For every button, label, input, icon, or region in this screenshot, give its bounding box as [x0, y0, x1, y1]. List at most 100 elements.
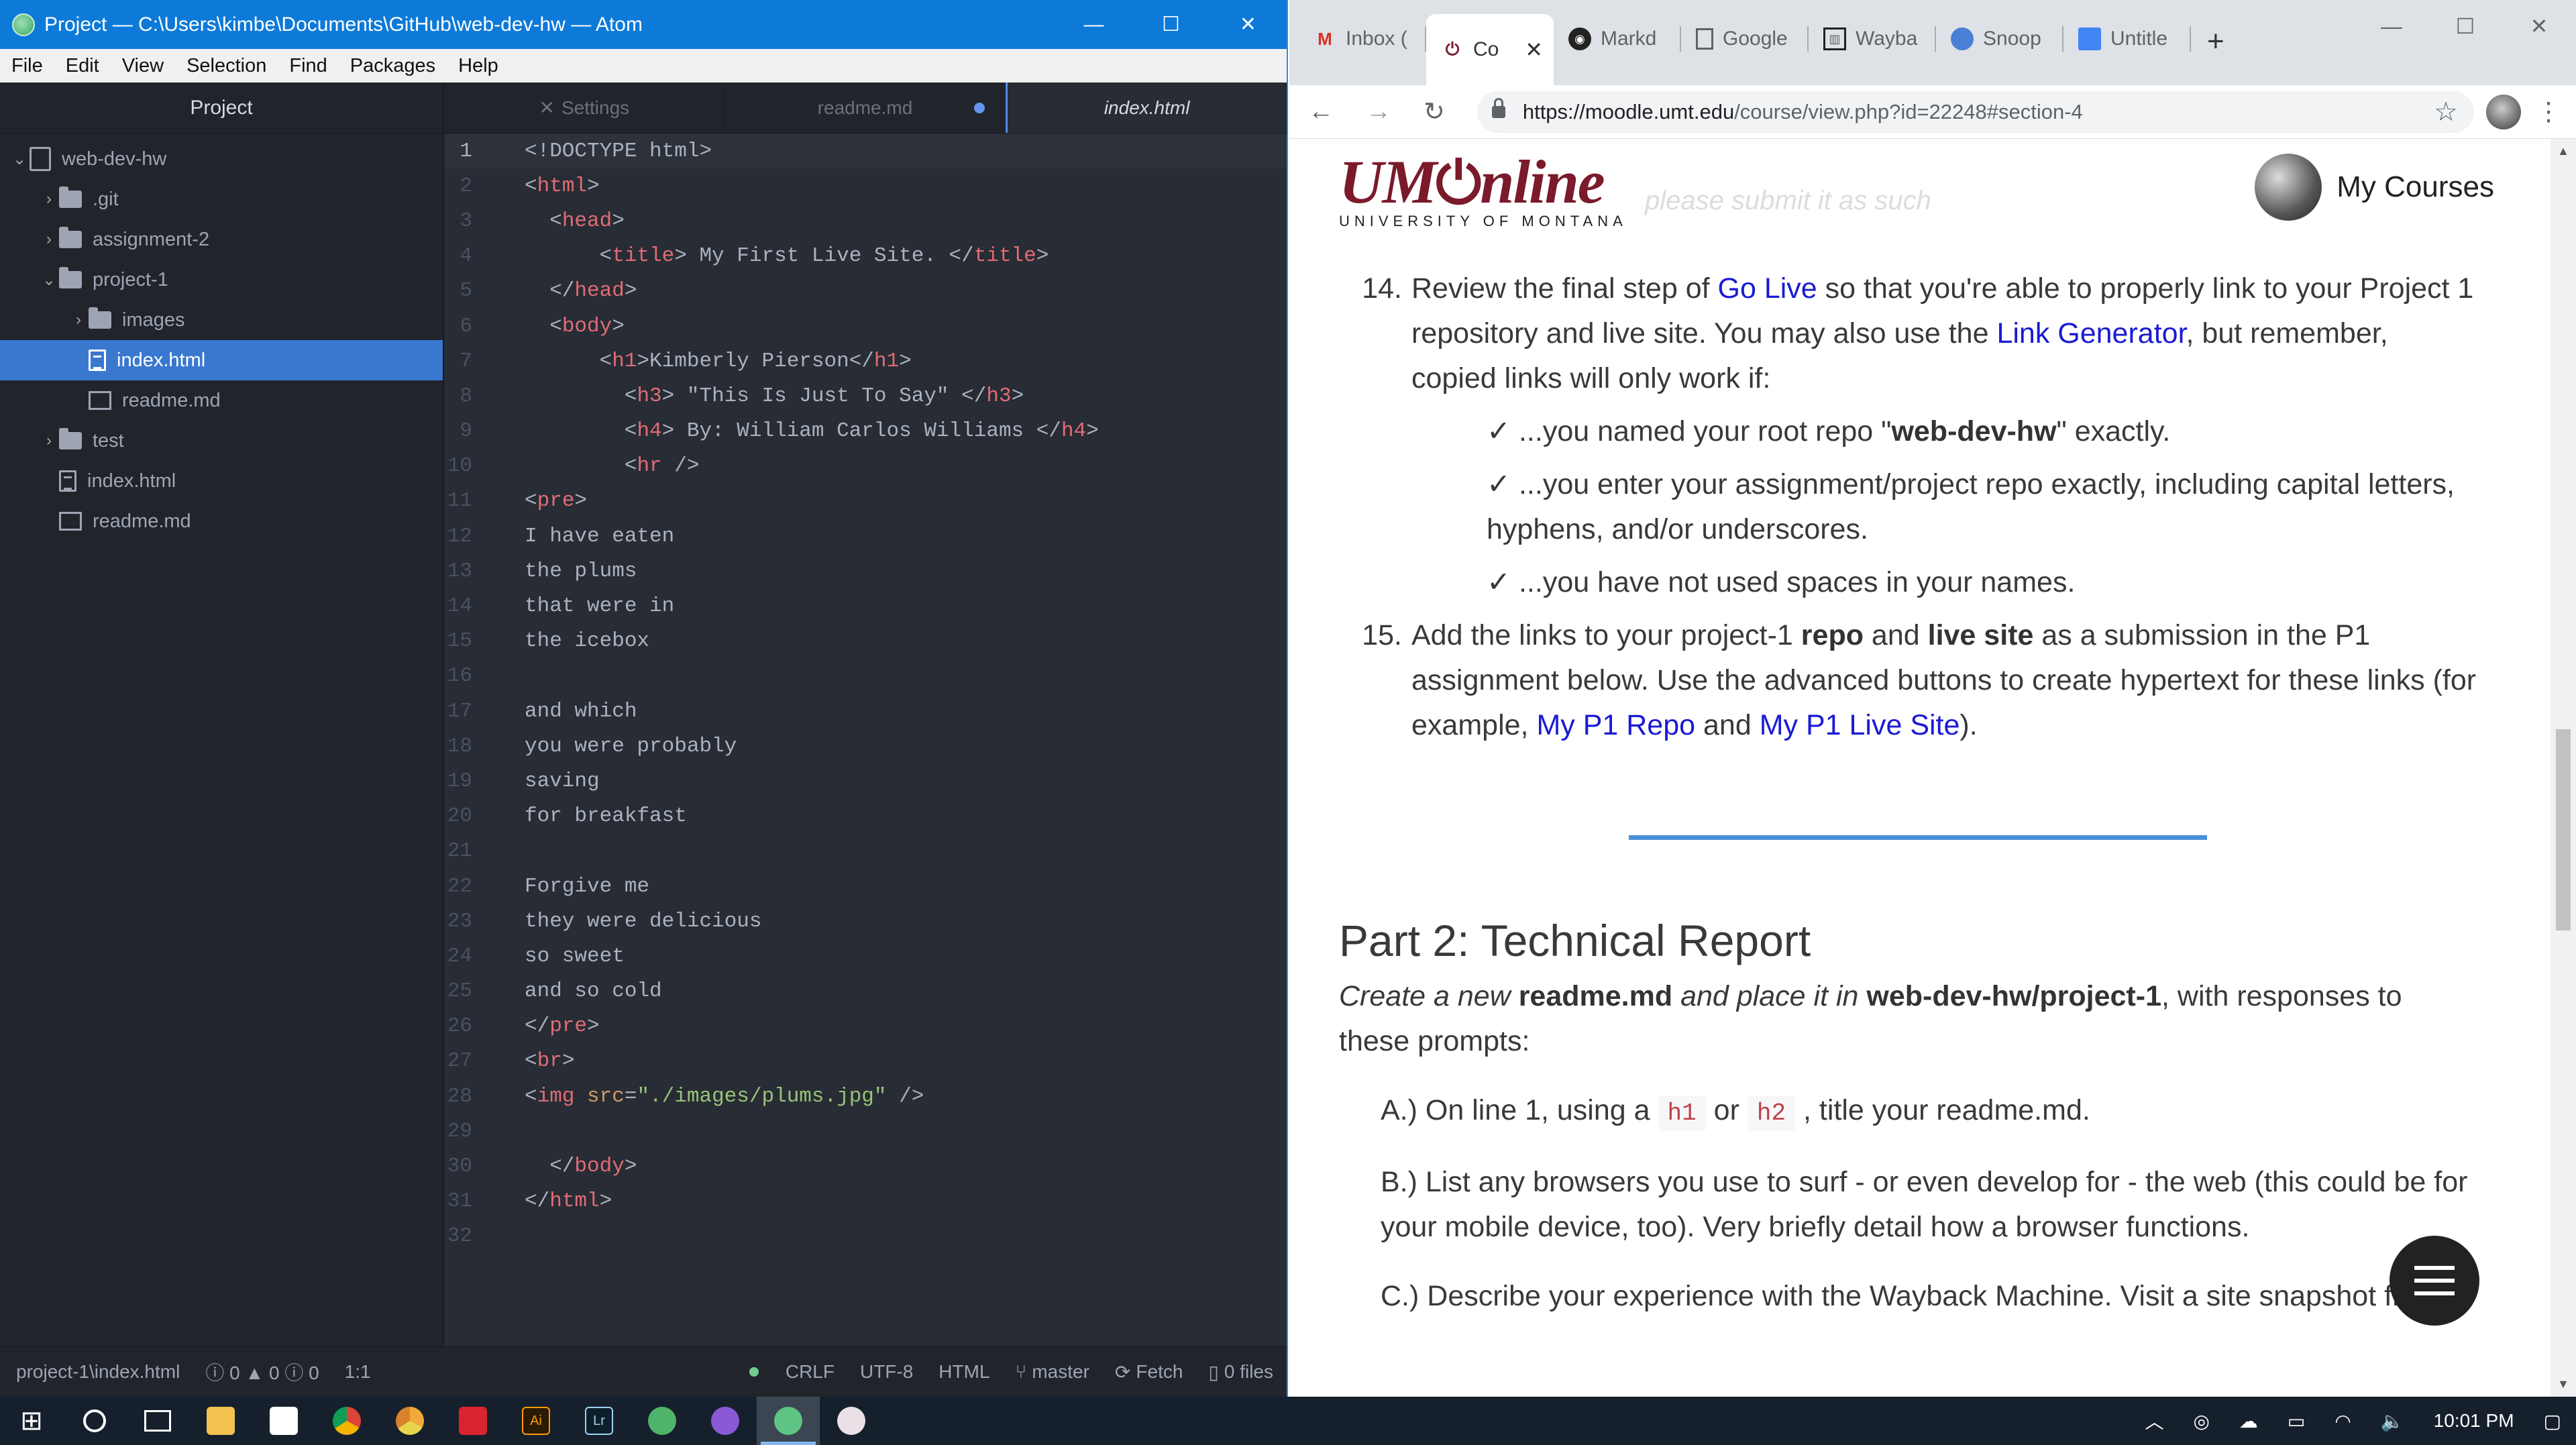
task-view-button[interactable] — [126, 1397, 189, 1445]
status-line-ending[interactable]: CRLF — [786, 1361, 835, 1383]
taskbar-chrome[interactable] — [315, 1397, 378, 1445]
close-button[interactable]: ✕ — [1210, 0, 1287, 49]
status-fetch[interactable]: Fetch — [1136, 1361, 1183, 1383]
notifications-icon[interactable]: ▢ — [2544, 1410, 2561, 1432]
status-cursor[interactable]: 1:1 — [345, 1361, 371, 1383]
tree-item[interactable]: ⌄ project-1 — [0, 260, 443, 300]
status-encoding[interactable]: UTF-8 — [860, 1361, 913, 1383]
my-courses-link[interactable]: My Courses — [2255, 154, 2494, 221]
chrome-tab-markdown[interactable]: ◉ Markd — [1554, 14, 1681, 64]
link-generator-link[interactable]: Link Generator — [1996, 317, 2186, 350]
taskbar-github[interactable] — [694, 1397, 757, 1445]
taskbar-app-red[interactable] — [441, 1397, 504, 1445]
my-p1-repo-link[interactable]: My P1 Repo — [1536, 709, 1695, 741]
status-files[interactable]: 0 files — [1224, 1361, 1273, 1383]
reload-icon[interactable]: ↻ — [1424, 97, 1445, 127]
menu-help[interactable]: Help — [447, 55, 510, 77]
chrome-menu-icon[interactable]: ⋮ — [2536, 97, 2561, 127]
page-scrollbar[interactable]: ▲ ▼ — [2551, 139, 2576, 1397]
code-line[interactable]: 31 </html > — [444, 1184, 1287, 1219]
code-line[interactable]: 6 < body > — [444, 309, 1287, 343]
go-live-link[interactable]: Go Live — [1718, 272, 1817, 305]
status-branch[interactable]: master — [1032, 1361, 1089, 1383]
bookmark-star-icon[interactable]: ☆ — [2434, 97, 2458, 127]
code-line[interactable]: 29 — [444, 1114, 1287, 1148]
code-line[interactable]: 23 they were delicious — [444, 904, 1287, 939]
code-line[interactable]: 16 — [444, 659, 1287, 694]
code-line[interactable]: 19 saving — [444, 763, 1287, 798]
chrome-tab-course[interactable]: ⏻ Co ✕ — [1426, 14, 1554, 85]
tree-item[interactable]: index.html — [0, 461, 443, 501]
new-tab-button[interactable]: + — [2207, 25, 2224, 58]
clock[interactable]: 10:01 PM — [2434, 1410, 2514, 1432]
editor-pane[interactable]: ✕ Settings readme.md index.html 1 <!DOCTY… — [444, 83, 1287, 1346]
tab-settings[interactable]: ✕ Settings — [444, 83, 725, 133]
taskbar-explorer[interactable] — [189, 1397, 252, 1445]
code-line[interactable]: 8 < h3 > "This Is Just To Say" </h3 > — [444, 378, 1287, 413]
code-line[interactable]: 3 < head > — [444, 203, 1287, 238]
chrome-minimize-button[interactable]: — — [2355, 0, 2428, 52]
code-line[interactable]: 2 < html > — [444, 168, 1287, 203]
forward-icon[interactable]: → — [1366, 97, 1391, 126]
umonline-logo[interactable]: UM⏻nline UNIVERSITY OF MONTANA — [1339, 151, 1627, 230]
code-line[interactable]: 13 the plums — [444, 553, 1287, 588]
taskbar-mail[interactable] — [252, 1397, 315, 1445]
tab-readme[interactable]: readme.md — [725, 83, 1006, 133]
code-line[interactable]: 26 </pre > — [444, 1009, 1287, 1044]
code-line[interactable]: 12 I have eaten — [444, 519, 1287, 553]
chrome-tab-untitled[interactable]: Untitle — [2063, 14, 2191, 64]
code-line[interactable]: 28 < img src = "./images/plums.jpg" /> — [444, 1079, 1287, 1114]
chrome-maximize-button[interactable]: ☐ — [2428, 0, 2502, 52]
onedrive-icon[interactable]: ☁ — [2239, 1410, 2258, 1432]
code-line[interactable]: 9 < h4 > By: William Carlos Williams </h4 > — [444, 414, 1287, 449]
start-button[interactable]: ⊞ — [0, 1397, 63, 1445]
chrome-tab-snoop[interactable]: Snoop — [1936, 14, 2063, 64]
tree-item[interactable]: › .git — [0, 179, 443, 219]
code-line[interactable]: 14 that were in — [444, 588, 1287, 623]
tab-index-html[interactable]: index.html — [1006, 83, 1287, 133]
menu-selection[interactable]: Selection — [175, 55, 278, 77]
menu-view[interactable]: View — [111, 55, 175, 77]
taskbar-illustrator[interactable]: Ai — [504, 1397, 568, 1445]
address-bar[interactable]: https://moodle.umt.edu/course/view.php?i… — [1477, 91, 2474, 133]
menu-file[interactable]: File — [0, 55, 54, 77]
code-line[interactable]: 11 < pre > — [444, 484, 1287, 519]
code-line[interactable]: 1 <!DOCTYPE html> — [444, 133, 1287, 169]
scroll-down-icon[interactable]: ▼ — [2557, 1377, 2569, 1391]
cortana-button[interactable] — [63, 1397, 126, 1445]
profile-avatar[interactable] — [2486, 94, 2521, 129]
menu-packages[interactable]: Packages — [339, 55, 447, 77]
taskbar-atom-green[interactable] — [631, 1397, 694, 1445]
tree-item[interactable]: index.html — [0, 340, 443, 380]
maximize-button[interactable]: ☐ — [1132, 0, 1210, 49]
scrollbar-thumb[interactable] — [2556, 729, 2571, 930]
code-line[interactable]: 22 Forgive me — [444, 869, 1287, 904]
chrome-close-button[interactable]: ✕ — [2502, 0, 2576, 52]
chrome-tab-inbox[interactable]: M Inbox ( — [1299, 14, 1426, 64]
back-icon[interactable]: ← — [1308, 97, 1334, 126]
menu-edit[interactable]: Edit — [54, 55, 111, 77]
code-line[interactable]: 27 < br > — [444, 1044, 1287, 1079]
code-line[interactable]: 10 < hr /> — [444, 449, 1287, 484]
status-file-path[interactable]: project-1\index.html — [16, 1361, 180, 1383]
code-line[interactable]: 7 < h1 >Kimberly Pierson</h1 > — [444, 343, 1287, 378]
code-area[interactable]: 1 <!DOCTYPE html> 2 < html >3 < head >4 < title >… — [444, 133, 1287, 1346]
code-line[interactable]: 32 — [444, 1219, 1287, 1254]
code-line[interactable]: 4 < title > My First Live Site. </title > — [444, 239, 1287, 274]
code-line[interactable]: 24 so sweet — [444, 939, 1287, 973]
chrome-tab-google[interactable]: Google — [1681, 14, 1809, 64]
menu-fab-button[interactable] — [2390, 1236, 2479, 1326]
taskbar-chrome-canary[interactable] — [378, 1397, 441, 1445]
tree-item[interactable]: readme.md — [0, 501, 443, 541]
status-grammar[interactable]: HTML — [938, 1361, 989, 1383]
minimize-button[interactable]: — — [1055, 0, 1132, 49]
tree-item[interactable]: › images — [0, 300, 443, 340]
code-line[interactable]: 15 the icebox — [444, 624, 1287, 659]
code-line[interactable]: 18 you were probably — [444, 729, 1287, 763]
code-line[interactable]: 17 and which — [444, 694, 1287, 729]
taskbar-lightroom[interactable]: Lr — [568, 1397, 631, 1445]
tree-item[interactable]: › test — [0, 421, 443, 461]
code-line[interactable]: 25 and so cold — [444, 974, 1287, 1009]
tray-chevron-icon[interactable]: ︿ — [2145, 1407, 2163, 1434]
my-p1-live-site-link[interactable]: My P1 Live Site — [1760, 709, 1960, 741]
